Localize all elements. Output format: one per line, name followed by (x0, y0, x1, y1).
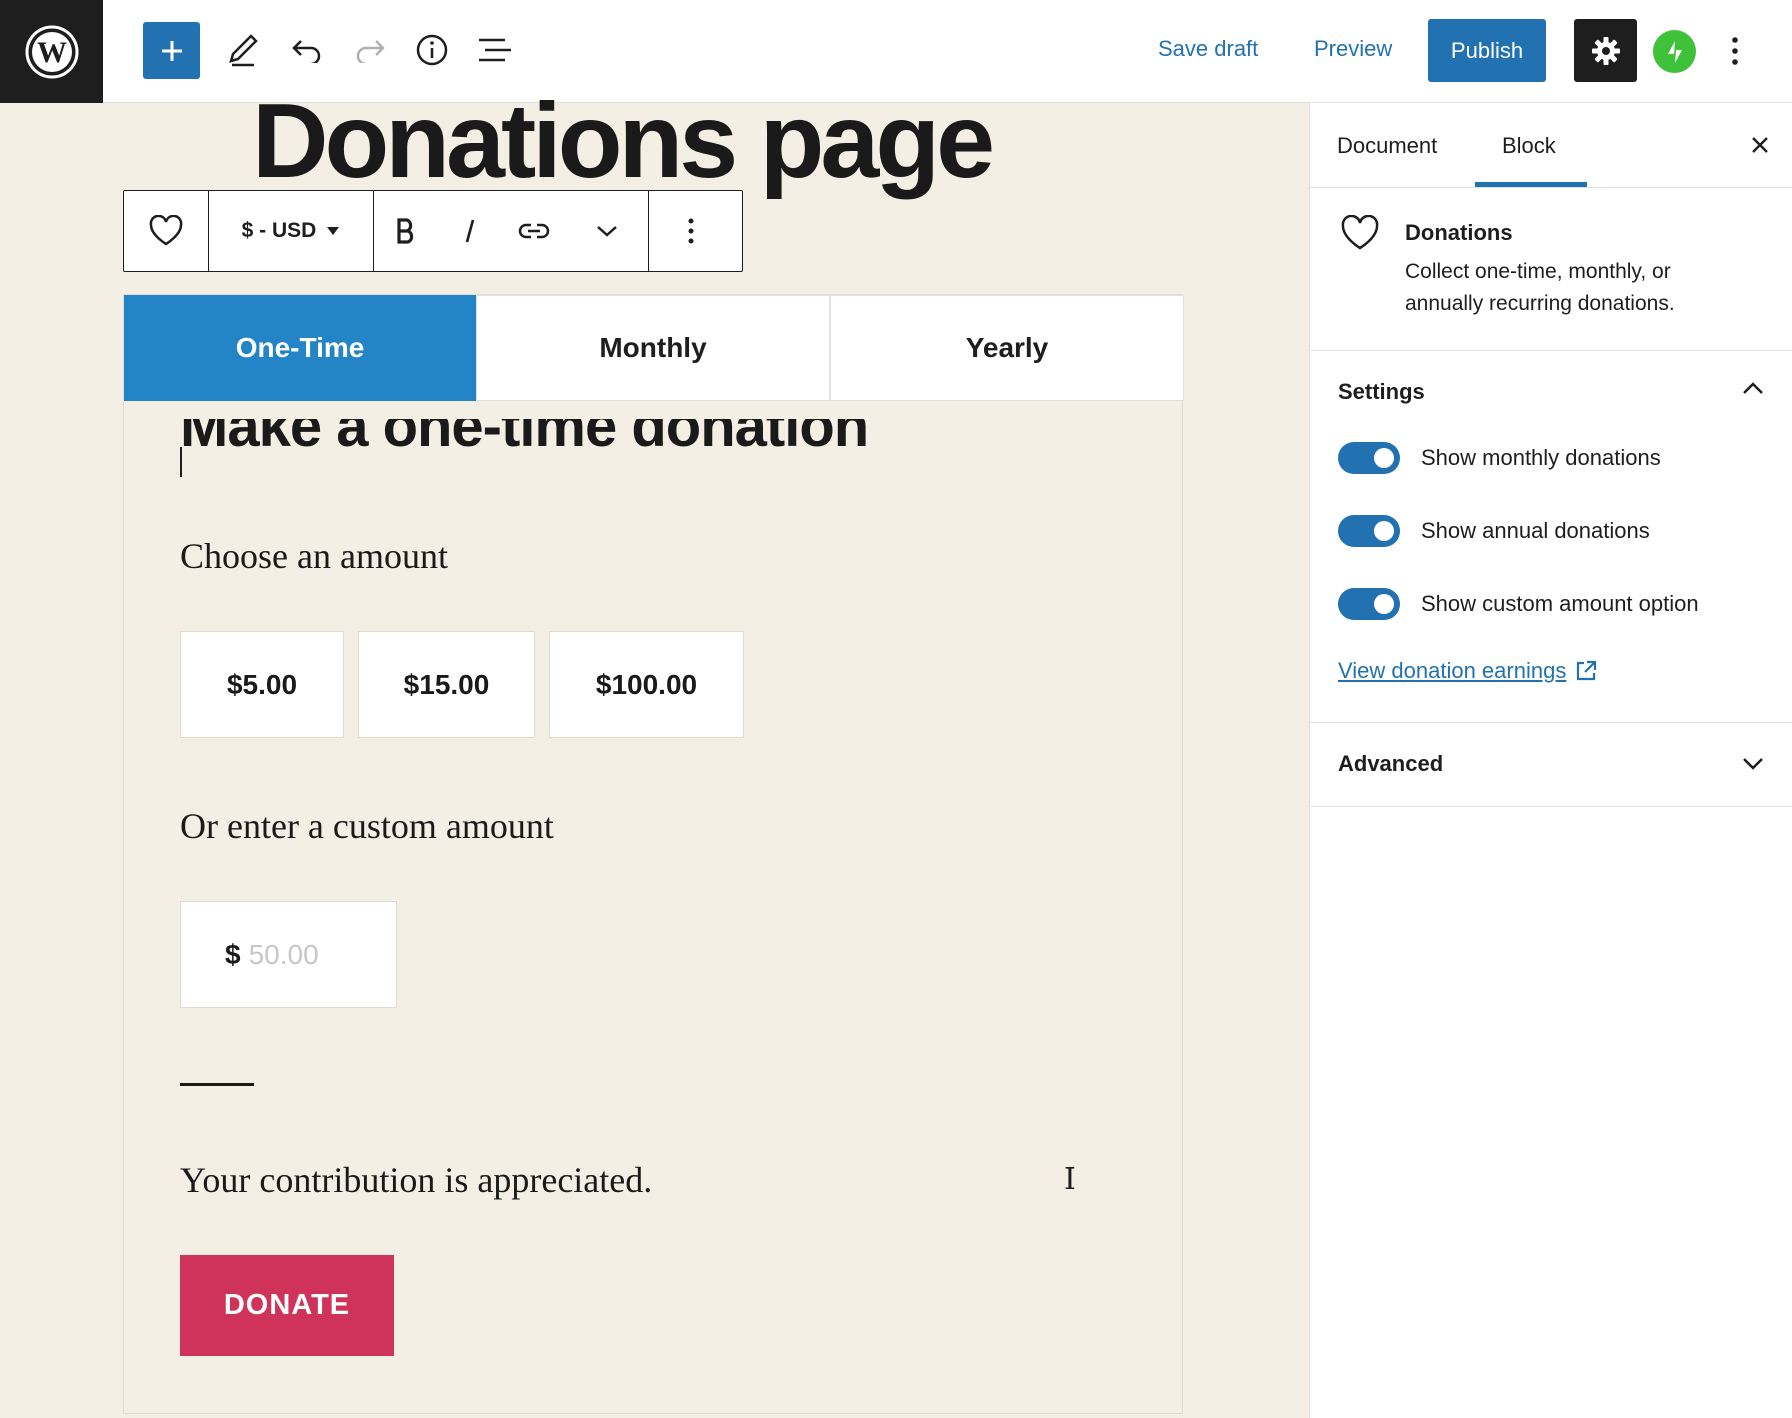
block-card: Donations Collect one-time, monthly, or … (1310, 188, 1792, 351)
donations-block[interactable]: One-Time Monthly Yearly Make a one-time … (123, 294, 1184, 1414)
separator (180, 1083, 254, 1086)
amount-option[interactable]: $15.00 (358, 631, 535, 738)
list-view-icon (479, 38, 511, 62)
jetpack-icon (1667, 40, 1682, 63)
svg-text:W: W (37, 36, 67, 69)
toggle-custom-label: Show custom amount option (1421, 591, 1699, 616)
mouse-text-cursor-icon: I (1064, 1162, 1076, 1197)
heart-icon (1340, 214, 1380, 256)
list-view-button[interactable] (466, 17, 524, 83)
jetpack-button[interactable] (1653, 30, 1696, 73)
currency-label: $ - USD (241, 219, 317, 242)
earnings-link-label: View donation earnings (1338, 658, 1567, 683)
tab-document[interactable]: Document (1337, 133, 1437, 159)
bold-button[interactable] (374, 191, 438, 271)
info-icon (416, 34, 448, 66)
preview-button[interactable]: Preview (1314, 36, 1392, 62)
link-icon (518, 223, 550, 239)
chevron-up-icon[interactable] (1742, 381, 1764, 400)
bold-icon (397, 218, 414, 244)
amount-option[interactable]: $5.00 (180, 631, 344, 738)
toggle-custom-switch[interactable] (1338, 588, 1400, 620)
toggle-annual-label: Show annual donations (1421, 518, 1650, 543)
toggle-annual-switch[interactable] (1338, 515, 1400, 547)
chevron-down-icon (597, 226, 617, 237)
gear-icon (1591, 36, 1620, 65)
chevron-down-icon[interactable] (1742, 757, 1764, 776)
wordpress-logo-icon[interactable]: W (0, 0, 103, 103)
donate-button[interactable]: DONATE (180, 1255, 394, 1356)
block-type-group (124, 191, 209, 271)
pencil-icon (229, 34, 258, 67)
donation-heading-text: Make a one-time donation (180, 419, 869, 459)
settings-sidebar: Document Block Donations Collect one-tim… (1309, 103, 1792, 1418)
external-link-icon (1577, 660, 1597, 681)
active-tab-indicator (1475, 182, 1587, 187)
block-toolbar: $ - USD (123, 190, 743, 272)
donation-frequency-tabs: One-Time Monthly Yearly (124, 295, 1184, 401)
toggle-row-custom: Show custom amount option (1338, 588, 1699, 620)
caret-down-icon (327, 227, 340, 235)
appreciation-text[interactable]: Your contribution is appreciated. (180, 1159, 652, 1201)
tab-block[interactable]: Block (1502, 133, 1556, 159)
settings-panel-header[interactable]: Settings (1338, 379, 1425, 405)
more-formats-button[interactable] (566, 191, 648, 271)
italic-button[interactable] (438, 191, 502, 271)
redo-button[interactable] (341, 17, 399, 83)
tab-one-time[interactable]: One-Time (124, 295, 476, 401)
toggle-monthly-switch[interactable] (1338, 442, 1400, 474)
toggle-row-annual: Show annual donations (1338, 515, 1650, 547)
heart-icon (149, 215, 183, 246)
details-button[interactable] (403, 17, 461, 83)
block-options-button[interactable] (649, 191, 733, 271)
advanced-panel[interactable]: Advanced (1310, 723, 1792, 807)
more-vertical-icon (1732, 37, 1738, 65)
donation-heading[interactable]: Make a one-time donation (180, 419, 980, 471)
redo-icon (356, 40, 385, 63)
currency-group: $ - USD (209, 191, 374, 271)
block-card-title: Donations (1405, 220, 1513, 245)
view-donation-earnings-link[interactable]: View donation earnings (1338, 658, 1598, 684)
link-button[interactable] (502, 191, 566, 271)
page-title[interactable]: Donations page (252, 88, 995, 194)
settings-button[interactable] (1574, 19, 1637, 82)
tab-yearly[interactable]: Yearly (830, 295, 1184, 401)
custom-amount-currency: $ (225, 938, 241, 970)
tab-monthly[interactable]: Monthly (476, 295, 830, 401)
format-group (374, 191, 649, 271)
undo-button[interactable] (278, 17, 336, 83)
settings-panel: Settings Show monthly donations Show ann… (1310, 351, 1792, 723)
toggle-monthly-label: Show monthly donations (1421, 445, 1661, 470)
custom-amount-label: Or enter a custom amount (180, 806, 554, 846)
toggle-row-monthly: Show monthly donations (1338, 442, 1661, 474)
publish-button[interactable]: Publish (1428, 19, 1546, 82)
block-card-description: Collect one-time, monthly, or annually r… (1405, 260, 1675, 315)
edit-tools-button[interactable] (214, 17, 272, 83)
add-block-button[interactable] (143, 22, 200, 79)
close-sidebar-button[interactable] (1744, 129, 1776, 161)
italic-icon (465, 219, 475, 243)
advanced-panel-header[interactable]: Advanced (1338, 751, 1443, 777)
text-caret (180, 447, 182, 477)
currency-selector[interactable]: $ - USD (209, 191, 373, 271)
undo-icon (292, 40, 321, 63)
choose-amount-label: Choose an amount (180, 536, 448, 576)
custom-amount-placeholder: 50.00 (248, 938, 319, 970)
more-vertical-icon (688, 218, 694, 244)
more-options-button[interactable] (1720, 28, 1750, 74)
close-icon (1752, 137, 1768, 153)
custom-amount-input[interactable]: $ 50.00 (180, 901, 397, 1008)
sidebar-tabs: Document Block (1310, 103, 1792, 188)
block-type-button[interactable] (124, 191, 208, 271)
save-draft-button[interactable]: Save draft (1158, 36, 1258, 62)
amount-option[interactable]: $100.00 (549, 631, 744, 738)
options-group (649, 191, 733, 271)
